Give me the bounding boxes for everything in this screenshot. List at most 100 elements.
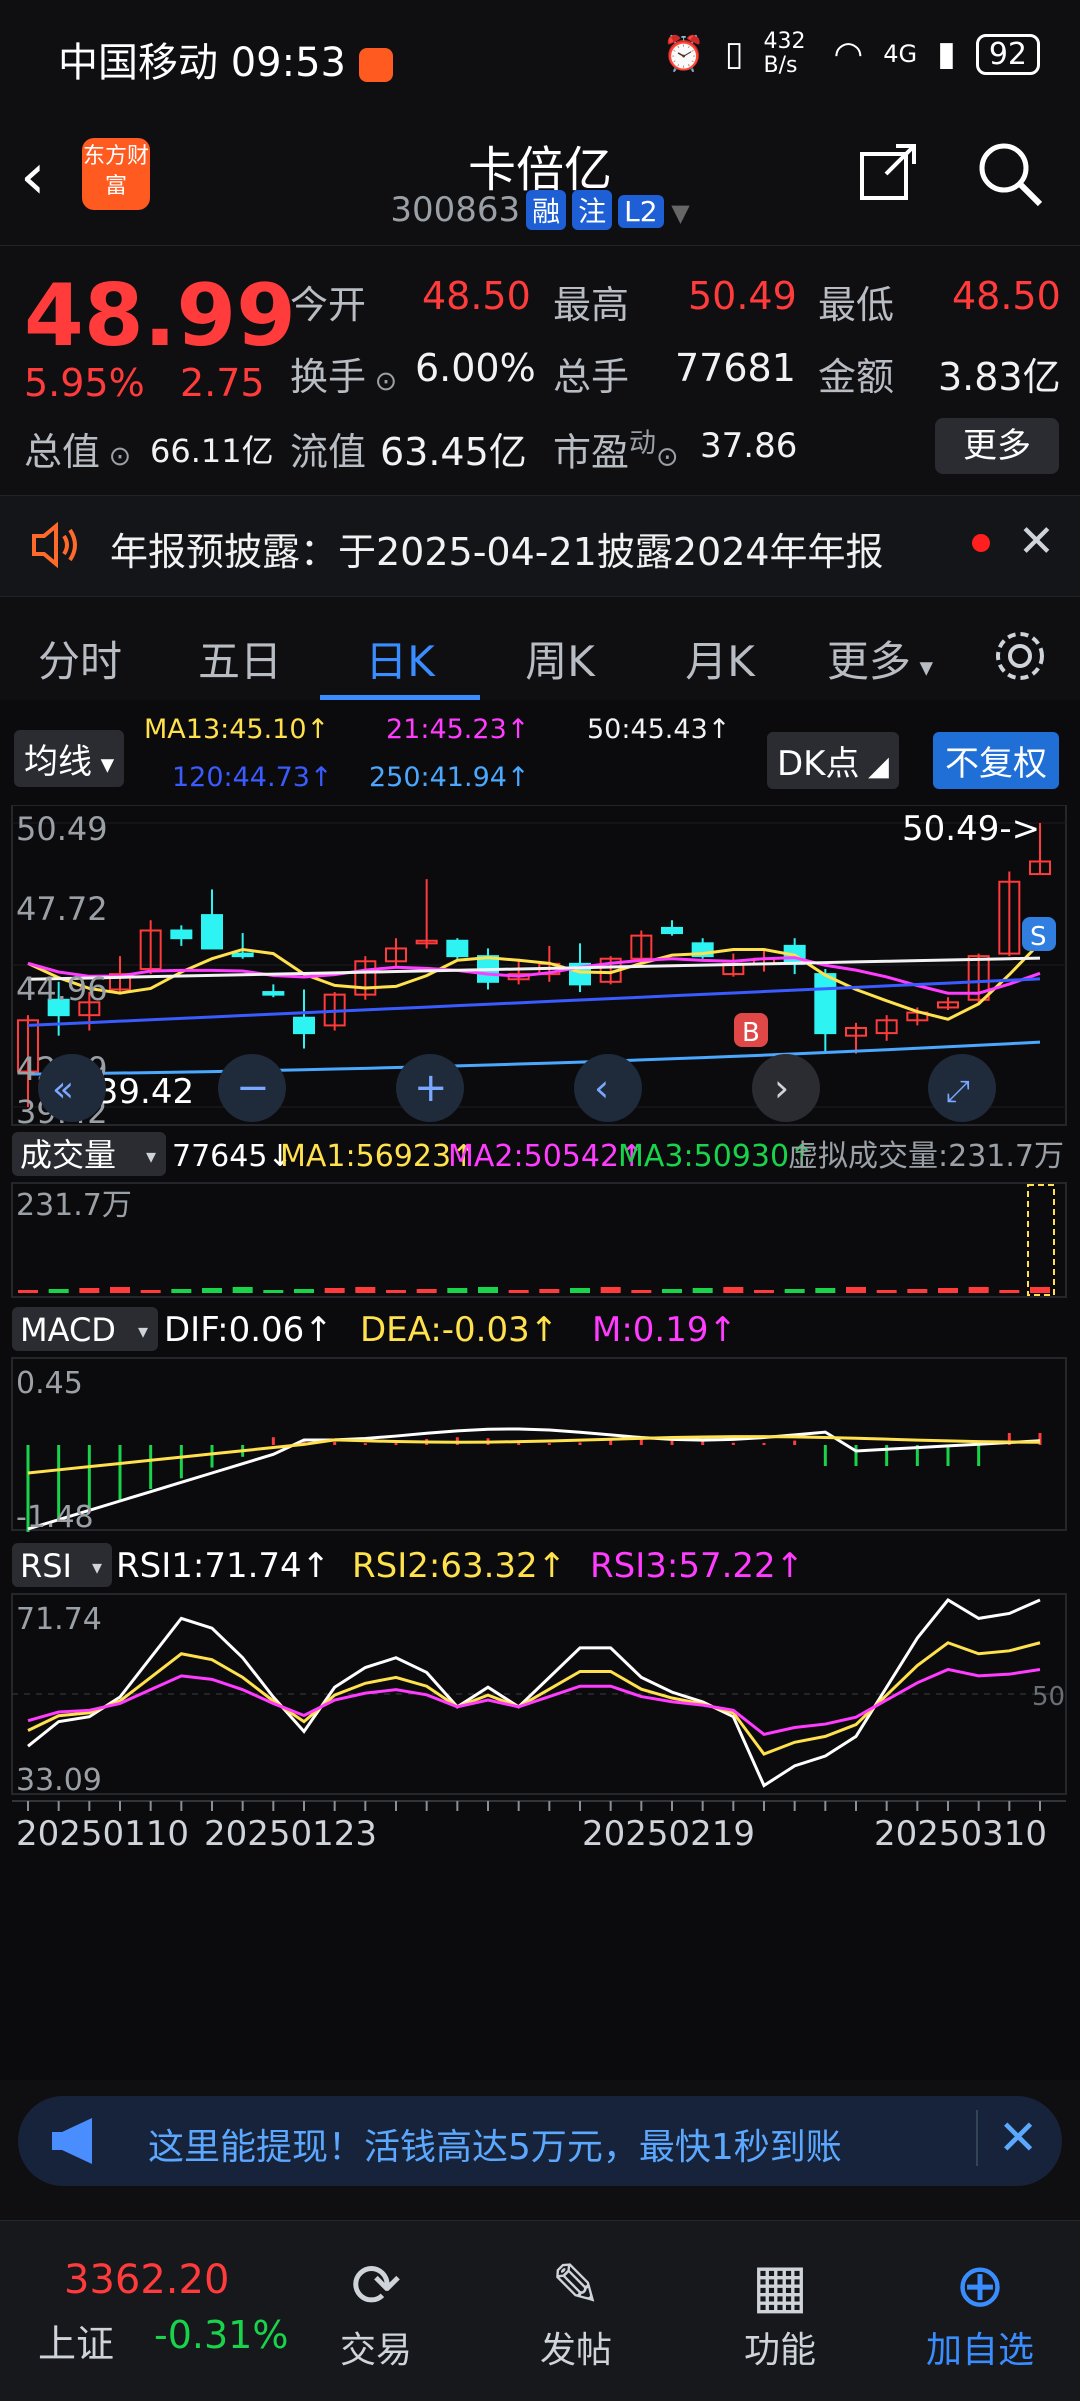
volume-bar	[938, 1288, 958, 1293]
change-amount: 2.75	[180, 361, 265, 405]
tab-monthly-k[interactable]: 月K	[640, 600, 800, 700]
share-icon[interactable]	[856, 140, 920, 218]
ma13-line	[27, 941, 1042, 1021]
banner-close-icon[interactable]: ✕	[976, 2110, 1038, 2166]
badge-l2: L2	[618, 195, 664, 228]
y-tick-top: 50.49	[16, 810, 108, 848]
macd-y-top: 0.45	[16, 1366, 83, 1401]
volume-bar	[815, 1288, 836, 1293]
svg-text:RSI: RSI	[20, 1547, 72, 1585]
volume-bar	[723, 1287, 744, 1293]
svg-text:MA1:56923↑: MA1:56923↑	[280, 1139, 476, 1174]
promo-banner[interactable]: 这里能提现！活钱高达5万元，最快1秒到账 ✕	[18, 2096, 1062, 2186]
rsi-mid-label: 50	[1032, 1682, 1065, 1712]
tab-intraday[interactable]: 分时	[0, 600, 160, 700]
svg-text:虚拟成交量:231.7万: 虚拟成交量:231.7万	[788, 1139, 1064, 1174]
candle-body	[814, 973, 837, 1035]
volume-bar	[907, 1289, 928, 1293]
svg-text:MA2:50542↑: MA2:50542↑	[448, 1139, 644, 1174]
scroll-left-double-button: «	[38, 1054, 106, 1122]
notice-bar[interactable]: 年报预披露：于2025-04-21披露2024年年报 ✕	[0, 495, 1080, 597]
volume-bar	[79, 1288, 100, 1293]
ma50-label: 50:45.43↑	[587, 714, 731, 745]
low-value: 48.50	[952, 274, 1061, 318]
open-value: 48.50	[422, 274, 531, 318]
clock: 09:53	[230, 40, 346, 86]
svg-text:RSI2:63.32↑: RSI2:63.32↑	[352, 1546, 566, 1586]
megaphone-icon	[48, 2114, 106, 2172]
edit-icon: ✎	[550, 2251, 602, 2321]
grid-icon: ▦	[751, 2251, 809, 2321]
svg-text:DEA:-0.03↑: DEA:-0.03↑	[360, 1310, 558, 1350]
vibrate-icon: ▯	[724, 34, 744, 74]
index-name[interactable]: 上证	[38, 2313, 114, 2368]
notification-icon	[358, 48, 393, 82]
x-label-3: 20250219	[582, 1814, 755, 1854]
network-type: 4G	[883, 40, 918, 68]
amount-label: 金额	[818, 355, 895, 399]
tab-five-day[interactable]: 五日	[160, 600, 320, 700]
macd-frame	[11, 1357, 1067, 1531]
y-tick-2: 47.72	[16, 890, 108, 928]
more-button[interactable]: 更多	[935, 418, 1059, 474]
index-change[interactable]: -0.31%	[154, 2313, 288, 2357]
index-value[interactable]: 3362.20	[64, 2257, 229, 2303]
quote-panel: 48.99 5.95% 2.75 今开 48.50 最高 50.49 最低 48…	[0, 245, 1080, 496]
nav-trade[interactable]: ⟳ 交易	[296, 2251, 456, 2373]
float-value: 63.45亿	[380, 430, 527, 474]
volume-bar	[508, 1290, 529, 1293]
candle-body	[293, 1016, 315, 1035]
tab-daily-k[interactable]: 日K	[320, 600, 480, 700]
svg-text:成交量: 成交量	[20, 1136, 116, 1174]
volume-bar	[18, 1290, 38, 1293]
chevron-down-icon[interactable]: ▼	[664, 199, 689, 227]
volume-bar	[539, 1289, 560, 1293]
rsi-y-bottom: 33.09	[16, 1763, 102, 1798]
rsi-y-top: 71.74	[16, 1602, 102, 1637]
close-icon[interactable]: ✕	[1018, 516, 1055, 567]
volume-y-top: 231.7万	[16, 1188, 132, 1223]
candle-body	[262, 991, 285, 996]
speaker-icon	[28, 518, 82, 576]
svg-text:▾: ▾	[138, 1319, 148, 1343]
candle-body	[170, 929, 193, 940]
volume-bar	[386, 1290, 406, 1293]
volume-bar	[692, 1288, 713, 1293]
dk-point-button[interactable]: DK点 ◢	[767, 732, 899, 789]
volume-bar	[600, 1287, 621, 1293]
nav-add-watchlist[interactable]: ⊕ 加自选	[900, 2251, 1060, 2373]
volume-bar	[48, 1289, 69, 1293]
volume-bar	[447, 1288, 468, 1293]
battery-level: 92	[975, 33, 1040, 75]
volume-bar	[324, 1288, 345, 1293]
svg-text:‹: ‹	[594, 1066, 609, 1110]
volume-bar	[846, 1287, 866, 1293]
indicator-select[interactable]: 均线 ▾	[14, 730, 125, 787]
high-label: 最高	[553, 283, 630, 327]
svg-text:RSI1:71.74↑: RSI1:71.74↑	[116, 1546, 330, 1586]
volume-bar	[1030, 1287, 1050, 1293]
badge-margin: 融	[526, 190, 567, 230]
volume-bar	[876, 1290, 897, 1293]
tab-more[interactable]: 更多 ▾	[800, 600, 960, 700]
turnover-label: 换手 ⊙	[290, 355, 398, 399]
nav-functions[interactable]: ▦ 功能	[700, 2251, 860, 2373]
volume-label: 总手	[553, 355, 630, 399]
volume-bar	[202, 1288, 222, 1293]
scroll-left-button: ‹	[574, 1054, 642, 1122]
rsi-panel-header: RSI ▾ RSI1:71.74↑ RSI2:63.32↑ RSI3:57.22…	[12, 1543, 804, 1587]
adjust-button[interactable]: 不复权	[933, 732, 1059, 789]
search-icon[interactable]	[976, 140, 1044, 222]
wifi-icon: ◠	[833, 34, 864, 74]
macd-panel-header: MACD ▾ DIF:0.06↑ DEA:-0.03↑ M:0.19↑	[12, 1307, 737, 1351]
volume-value: 77681	[675, 346, 796, 390]
settings-gear-icon[interactable]	[960, 600, 1080, 700]
tab-weekly-k[interactable]: 周K	[480, 600, 640, 700]
stock-code: 300863	[390, 190, 521, 230]
volume-bar	[355, 1287, 376, 1293]
nav-post[interactable]: ✎ 发帖	[496, 2251, 656, 2373]
svg-text:DIF:0.06↑: DIF:0.06↑	[164, 1310, 333, 1350]
rsi3-line	[27, 1667, 1041, 1737]
volume-bar	[232, 1287, 253, 1293]
svg-text:B: B	[742, 1018, 760, 1048]
